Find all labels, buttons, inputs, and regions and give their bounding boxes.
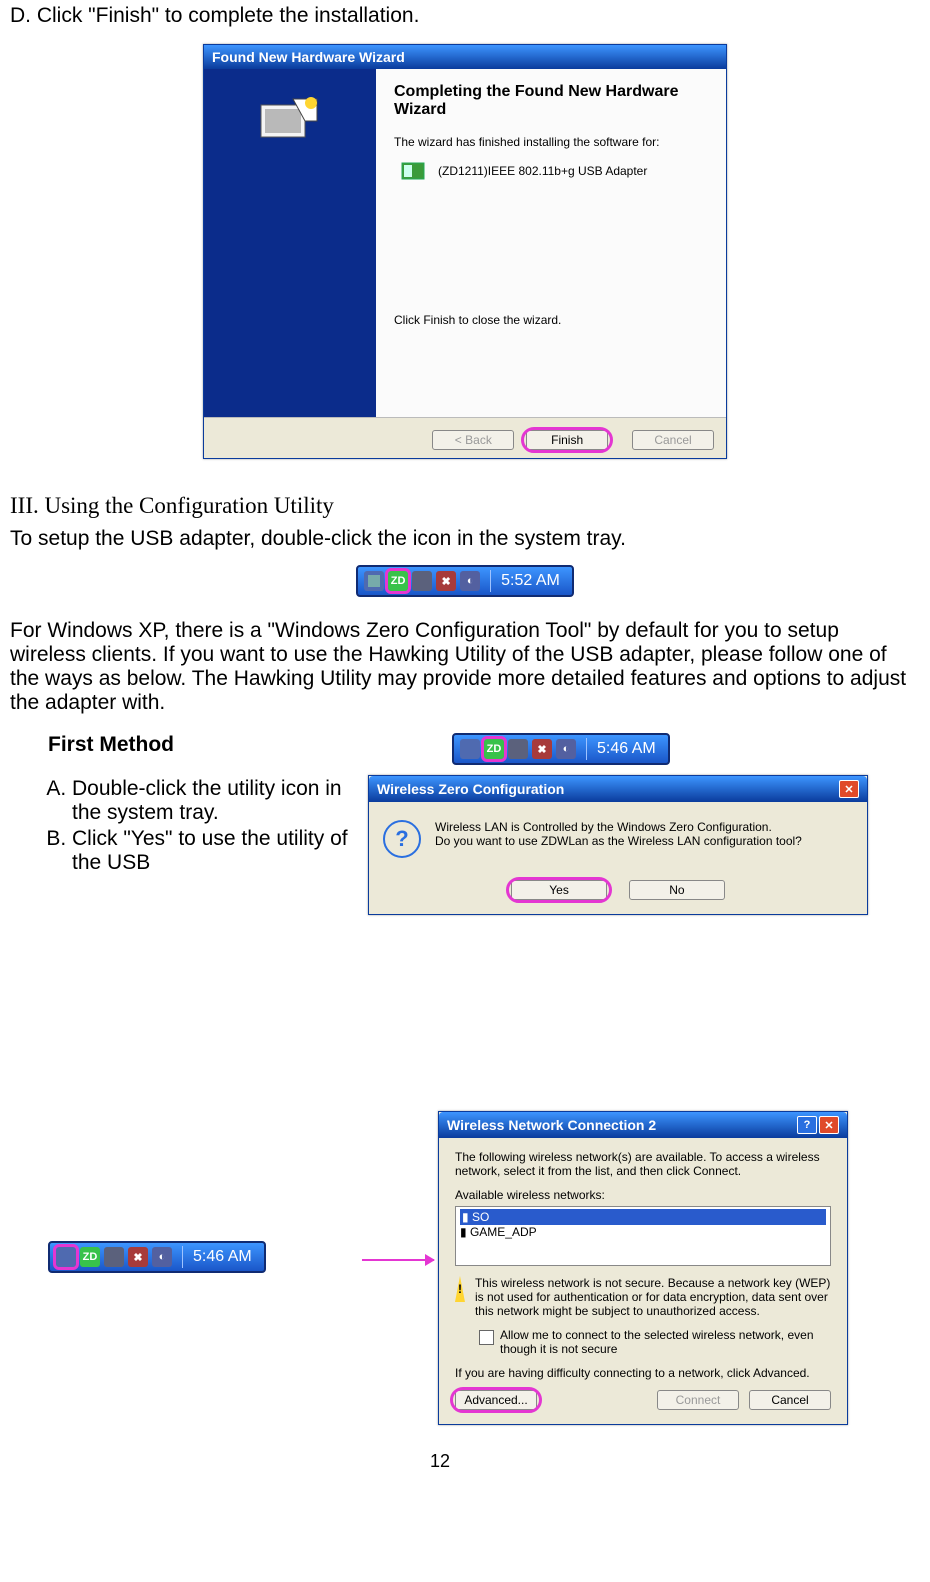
first-method-b: Click "Yes" to use the utility of the US… — [72, 827, 348, 875]
tray-netx-icon: ✖ — [436, 571, 456, 591]
allow-label: Allow me to connect to the selected wire… — [500, 1328, 831, 1356]
first-method-title: First Method — [48, 733, 348, 757]
wizard-content: Completing the Found New Hardware Wizard… — [376, 69, 726, 417]
wizard-title-text: Found New Hardware Wizard — [212, 49, 405, 65]
cancel-button[interactable]: Cancel — [632, 430, 714, 450]
tray-card-icon — [508, 739, 528, 759]
back-button[interactable]: < Back — [432, 430, 514, 450]
wzc-line2: Do you want to use ZDWLan as the Wireles… — [435, 834, 853, 848]
advanced-button[interactable]: Advanced... — [455, 1390, 537, 1410]
close-icon[interactable]: ✕ — [839, 780, 859, 798]
tray-net-icon — [460, 739, 480, 759]
tray-card-icon — [104, 1247, 124, 1267]
wzc-titlebar: Wireless Zero Configuration ✕ — [369, 776, 867, 802]
tray-time-2: 5:46 AM — [597, 740, 656, 758]
wnc-title-text: Wireless Network Connection 2 — [447, 1117, 656, 1133]
tray-zd-icon: ZD — [80, 1247, 100, 1267]
tray-netx-icon: ✖ — [532, 739, 552, 759]
wnc-warning-text: This wireless network is not secure. Bec… — [475, 1276, 831, 1318]
method-row: First Method Double-click the utility ic… — [10, 733, 920, 875]
tray-globe-icon: ◐ — [460, 571, 480, 591]
warning-icon: ! — [455, 1276, 465, 1302]
help-icon[interactable]: ? — [797, 1116, 817, 1134]
connect-button[interactable]: Connect — [657, 1390, 739, 1410]
wnc-net-game[interactable]: ▮ GAME_ADP — [460, 1225, 826, 1239]
system-tray-1: ZD ✖ ◐ 5:52 AM — [356, 565, 574, 597]
wizard-footer: < Back Finish Cancel — [204, 417, 726, 458]
tray-card-icon — [412, 571, 432, 591]
no-button[interactable]: No — [629, 880, 725, 900]
wizard-subtext: The wizard has finished installing the s… — [394, 135, 708, 149]
tray-globe-icon: ◐ — [152, 1247, 172, 1267]
wzc-line1: Wireless LAN is Controlled by the Window… — [435, 820, 853, 834]
yes-button[interactable]: Yes — [511, 880, 607, 900]
setup-instruction: To setup the USB adapter, double-click t… — [10, 527, 920, 551]
page-number: 12 — [430, 1451, 450, 1472]
question-icon: ? — [383, 820, 421, 858]
wizard-device-row: (ZD1211)IEEE 802.11b+g USB Adapter — [400, 159, 708, 183]
tray-zd-icon[interactable]: ZD — [388, 571, 408, 591]
system-tray-2: ZD ✖ ◐ 5:46 AM — [452, 733, 670, 765]
wizard-heading: Completing the Found New Hardware Wizard — [394, 83, 708, 119]
tray-net-icon — [364, 571, 384, 591]
system-tray-3: ZD ✖ ◐ 5:46 AM — [48, 1241, 266, 1273]
tray-time-1: 5:52 AM — [501, 572, 560, 590]
wizard-device-name: (ZD1211)IEEE 802.11b+g USB Adapter — [438, 164, 647, 178]
hardware-icon — [255, 91, 325, 151]
step-d-text: D. Click "Finish" to complete the instal… — [10, 4, 920, 28]
wizard-art-panel — [204, 69, 376, 417]
wnc-adv-hint: If you are having difficulty connecting … — [455, 1366, 831, 1380]
wizard-window: Found New Hardware Wizard Completing the… — [203, 44, 727, 459]
tray-zd-icon[interactable]: ZD — [484, 739, 504, 759]
wzc-dialog: Wireless Zero Configuration ✕ ? Wireless… — [368, 775, 868, 915]
arrow-icon — [362, 1259, 434, 1261]
wizard-closing-text: Click Finish to close the wizard. — [394, 313, 708, 327]
wnc-intro: The following wireless network(s) are av… — [455, 1150, 831, 1178]
wnc-titlebar: Wireless Network Connection 2 ? ✕ — [439, 1112, 847, 1138]
wizard-titlebar: Found New Hardware Wizard — [204, 45, 726, 69]
wnc-network-list[interactable]: ▮ SO ▮ GAME_ADP — [455, 1206, 831, 1266]
tray-globe-icon: ◐ — [556, 739, 576, 759]
cancel-button[interactable]: Cancel — [749, 1390, 831, 1410]
close-icon[interactable]: ✕ — [819, 1116, 839, 1134]
wnc-dialog: Wireless Network Connection 2 ? ✕ The fo… — [438, 1111, 848, 1425]
wnc-avail-label: Available wireless networks: — [455, 1188, 831, 1202]
tray-separator — [586, 738, 587, 760]
allow-checkbox[interactable] — [479, 1330, 494, 1345]
tray-net-icon[interactable] — [56, 1247, 76, 1267]
tray-separator — [182, 1246, 183, 1268]
first-method-block: First Method Double-click the utility ic… — [48, 733, 348, 875]
section-3-heading: III. Using the Configuration Utility — [10, 493, 920, 519]
finish-button[interactable]: Finish — [526, 430, 608, 450]
wnc-net-so[interactable]: ▮ SO — [460, 1209, 826, 1225]
xp-paragraph: For Windows XP, there is a "Windows Zero… — [10, 619, 920, 715]
bottom-figure: ZD ✖ ◐ 5:46 AM Wireless Network Connecti… — [10, 1111, 920, 1491]
nic-icon — [400, 159, 428, 183]
tray-netx-icon: ✖ — [128, 1247, 148, 1267]
tray-separator — [490, 570, 491, 592]
tray-time-3: 5:46 AM — [193, 1248, 252, 1266]
first-method-a: Double-click the utility icon in the sys… — [72, 777, 348, 825]
wzc-title-text: Wireless Zero Configuration — [377, 781, 564, 797]
